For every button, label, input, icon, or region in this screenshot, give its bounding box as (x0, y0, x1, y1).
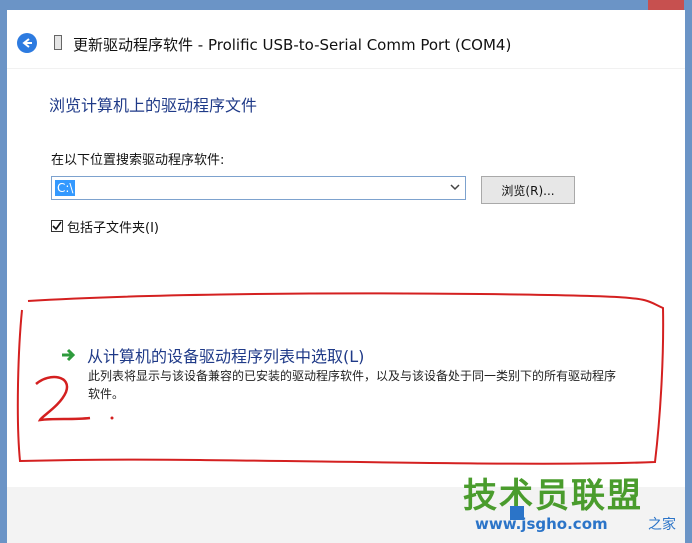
driver-update-window: 更新驱动程序软件 - Prolific USB-to-Serial Comm P… (7, 10, 685, 543)
watermark-url: www.jsgho.com (475, 515, 608, 533)
path-input-value[interactable]: C:\ (55, 180, 76, 196)
include-subfolders-checkbox[interactable] (51, 220, 63, 232)
include-subfolders-label[interactable]: 包括子文件夹(I) (67, 217, 159, 236)
back-arrow-icon (22, 38, 32, 48)
watermark-side-text: 之家 (648, 517, 676, 533)
green-arrow-icon[interactable] (60, 347, 76, 363)
checkmark-icon (52, 221, 62, 231)
close-button[interactable] (648, 0, 684, 10)
window-frame-top (0, 0, 692, 10)
window-title: 更新驱动程序软件 - Prolific USB-to-Serial Comm P… (73, 36, 512, 54)
browse-button[interactable]: 浏览(R)... (481, 176, 575, 204)
title-bar: 更新驱动程序软件 - Prolific USB-to-Serial Comm P… (7, 10, 685, 68)
window-frame-left (0, 0, 7, 543)
title-separator (7, 68, 685, 69)
path-combobox[interactable]: C:\ (51, 176, 466, 200)
pick-from-list-description: 此列表将显示与该设备兼容的已安装的驱动程序软件，以及与该设备处于同一类别下的所有… (88, 369, 617, 401)
watermark-site-name: 技术员联盟 (463, 476, 643, 516)
pick-from-list-link[interactable]: 从计算机的设备驱动程序列表中选取(L) (87, 343, 364, 367)
window-frame-right (685, 0, 692, 543)
chevron-down-icon[interactable] (449, 181, 461, 193)
usb-device-icon (54, 35, 62, 50)
page-heading: 浏览计算机上的驱动程序文件 (49, 96, 258, 115)
back-button[interactable] (17, 33, 37, 53)
search-location-label: 在以下位置搜索驱动程序软件: (51, 153, 225, 168)
